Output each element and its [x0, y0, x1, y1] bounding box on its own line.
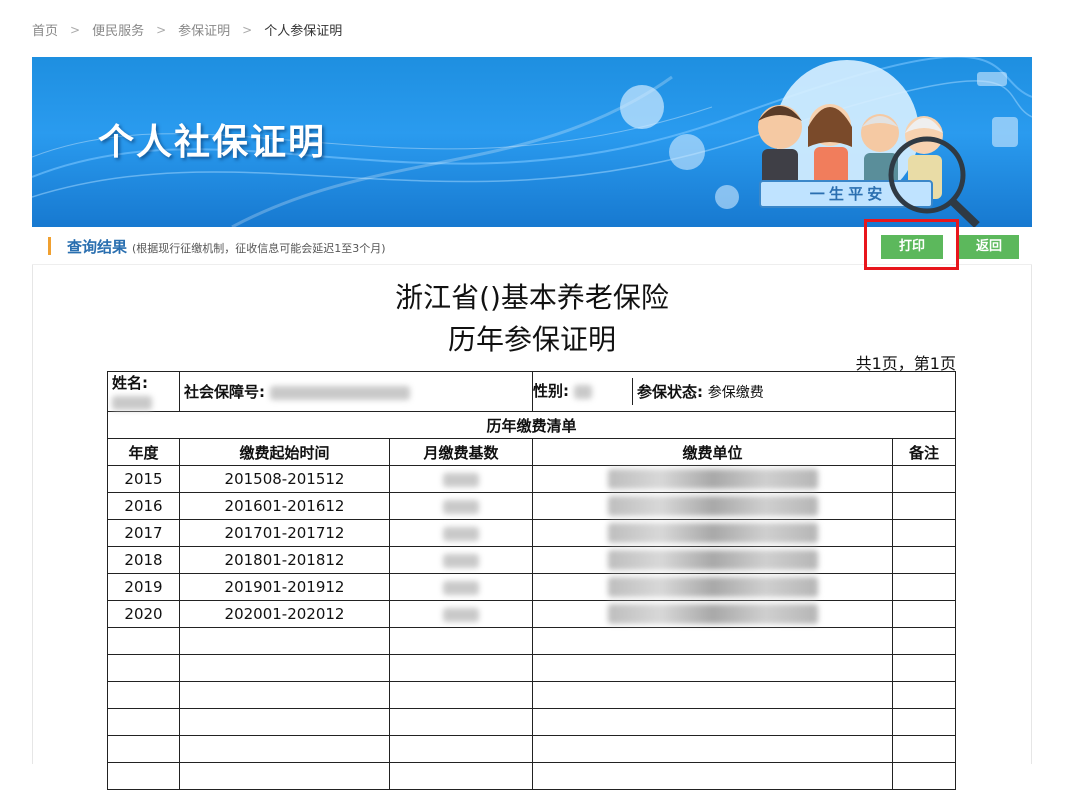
- name-cell: 姓名:: [107, 371, 180, 412]
- column-header: 月缴费基数: [389, 438, 533, 466]
- ssn-cell: 社会保障号:: [179, 371, 533, 412]
- year-cell: 2019: [107, 573, 180, 601]
- period-cell: 201508-201512: [179, 465, 390, 493]
- name-label: 姓名:: [112, 374, 148, 392]
- gender-label: 性别:: [533, 382, 569, 400]
- remark-cell: [892, 600, 956, 628]
- page-banner: 一 生 平 安 个人社保证明: [32, 57, 1032, 227]
- breadcrumb-separator: >: [242, 22, 253, 37]
- period-cell: 201701-201712: [179, 519, 390, 547]
- base-cell-redacted: [389, 546, 533, 574]
- empty-row: [107, 762, 956, 790]
- year-cell: 2015: [107, 465, 180, 493]
- column-header: 年度: [107, 438, 180, 466]
- status-value: 参保缴费: [707, 385, 764, 401]
- period-cell: 202001-202012: [179, 600, 390, 628]
- remark-cell: [892, 546, 956, 574]
- remark-cell: [892, 492, 956, 520]
- base-cell-redacted: [389, 492, 533, 520]
- gender-value-redacted: [573, 384, 592, 399]
- result-title: 查询结果: [67, 238, 128, 256]
- breadcrumb-certificates[interactable]: 参保证明: [178, 20, 230, 39]
- year-cell: 2018: [107, 546, 180, 574]
- period-cell: 201601-201612: [179, 492, 390, 520]
- status-cell: 参保状态: 参保缴费: [633, 381, 764, 402]
- unit-cell-redacted: [532, 492, 893, 520]
- result-note: (根据现行征缴机制，征收信息可能会延迟1至3个月): [132, 242, 386, 255]
- print-button[interactable]: 打印: [881, 235, 943, 259]
- year-cell: 2017: [107, 519, 180, 547]
- list-title: 历年缴费清单: [107, 411, 956, 439]
- base-cell-redacted: [389, 465, 533, 493]
- year-cell: 2020: [107, 600, 180, 628]
- gender-status-cell: 性别: 参保状态: 参保缴费: [532, 371, 956, 412]
- remark-cell: [892, 573, 956, 601]
- unit-cell-redacted: [532, 465, 893, 493]
- empty-row: [107, 735, 956, 763]
- year-cell: 2016: [107, 492, 180, 520]
- base-cell-redacted: [389, 600, 533, 628]
- base-cell-redacted: [389, 573, 533, 601]
- empty-row: [107, 681, 956, 709]
- ssn-label: 社会保障号:: [184, 383, 265, 401]
- accent-marker: [48, 237, 51, 255]
- table-row: 2016 201601-201612: [107, 492, 956, 520]
- remark-cell: [892, 465, 956, 493]
- list-title-row: 历年缴费清单: [107, 411, 956, 439]
- unit-cell-redacted: [532, 600, 893, 628]
- unit-cell-redacted: [532, 546, 893, 574]
- breadcrumb: 首页 > 便民服务 > 参保证明 > 个人参保证明: [32, 20, 343, 40]
- unit-cell-redacted: [532, 519, 893, 547]
- unit-cell-redacted: [532, 573, 893, 601]
- column-header: 备注: [892, 438, 956, 466]
- column-header-row: 年度 缴费起始时间 月缴费基数 缴费单位 备注: [107, 438, 956, 466]
- name-value-redacted: [112, 395, 152, 410]
- info-row: 姓名: 社会保障号: 性别: 参保状态: 参保缴费: [107, 371, 956, 412]
- table-row: 2015 201508-201512: [107, 465, 956, 493]
- column-header: 缴费起始时间: [179, 438, 390, 466]
- breadcrumb-home[interactable]: 首页: [32, 20, 58, 39]
- column-header: 缴费单位: [532, 438, 893, 466]
- certificate-table: 姓名: 社会保障号: 性别: 参保状态: 参保缴费 历年缴费清单 年度 缴费起始: [107, 371, 956, 790]
- ssn-value-redacted: [269, 385, 410, 400]
- banner-title: 个人社保证明: [98, 122, 327, 163]
- back-button[interactable]: 返回: [959, 235, 1019, 259]
- breadcrumb-current: 个人参保证明: [264, 24, 343, 39]
- table-row: 2020 202001-202012: [107, 600, 956, 628]
- base-cell-redacted: [389, 519, 533, 547]
- empty-row: [107, 654, 956, 682]
- document-title: 浙江省()基本养老保险: [395, 281, 669, 314]
- period-cell: 201901-201912: [179, 573, 390, 601]
- empty-row: [107, 627, 956, 655]
- remark-cell: [892, 519, 956, 547]
- period-cell: 201801-201812: [179, 546, 390, 574]
- breadcrumb-separator: >: [70, 22, 81, 37]
- gender-cell: 性别:: [533, 378, 633, 405]
- breadcrumb-separator: >: [156, 22, 167, 37]
- breadcrumb-services[interactable]: 便民服务: [92, 20, 144, 39]
- banner-slogan: 一 生 平 安: [810, 185, 883, 203]
- table-row: 2017 201701-201712: [107, 519, 956, 547]
- table-row: 2018 201801-201812: [107, 546, 956, 574]
- table-row: 2019 201901-201912: [107, 573, 956, 601]
- status-label: 参保状态:: [637, 383, 703, 401]
- empty-row: [107, 708, 956, 736]
